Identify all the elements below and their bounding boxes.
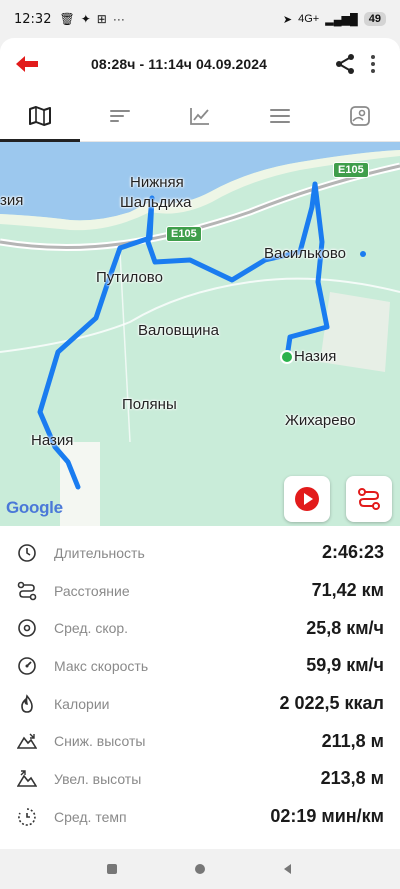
system-nav-bar	[0, 849, 400, 889]
stat-row-pace: Сред. темп 02:19 мин/км	[0, 798, 400, 836]
stat-label: Сред. темп	[54, 808, 127, 825]
battery-level: 49	[363, 12, 386, 26]
workout-time-range: 08:28ч - 11:14ч 04.09.2024	[90, 56, 268, 72]
stat-value: 2:46:23	[321, 542, 384, 563]
map-label-valovshchina: Валовщина	[138, 322, 219, 339]
road-shield-e105: E105	[166, 226, 202, 242]
share-button[interactable]	[330, 49, 360, 79]
tab-bar	[0, 90, 400, 142]
avg-speed-icon	[16, 617, 38, 639]
stat-value: 59,9 км/ч	[306, 655, 384, 676]
stat-row-calories: Калории 2 022,5 ккал	[0, 685, 400, 723]
route-map[interactable]: Нижняя Шальдиха зия Путилово Валовщина П…	[0, 142, 400, 526]
map-label-polyany: Поляны	[122, 396, 177, 413]
sparkle-icon: ✦	[80, 12, 91, 26]
map-icon	[29, 105, 51, 126]
more-notifications-icon: ···	[112, 12, 125, 26]
tab-map[interactable]	[0, 90, 80, 142]
list-icon	[270, 108, 290, 123]
top-bar: 08:28ч - 11:14ч 04.09.2024	[0, 38, 400, 90]
tab-laps[interactable]	[80, 90, 160, 141]
signal-icon: ▂▄▆█	[325, 13, 358, 26]
tab-list[interactable]	[240, 90, 320, 141]
stat-label: Увел. высоты	[54, 770, 142, 787]
map-label-putilovo: Путилово	[96, 269, 163, 286]
route-options-button[interactable]	[346, 476, 392, 522]
pace-icon	[16, 806, 38, 828]
google-logo-text: Google	[6, 498, 63, 517]
stat-value: 25,8 км/ч	[306, 617, 384, 638]
calories-icon	[16, 693, 38, 715]
stat-row-duration: Длительность 2:46:23	[0, 534, 400, 572]
stats-panel: Длительность 2:46:23 Расстояние 71,42 км…	[0, 526, 400, 836]
map-label-nizhnyaya: Нижняя	[130, 174, 184, 191]
map-label-nazia-right: Назия	[294, 348, 337, 365]
stat-row-distance: Расстояние 71,42 км	[0, 572, 400, 610]
map-label-nazia-left: Назия	[31, 432, 74, 449]
trash-icon: 🗑	[59, 12, 75, 26]
back-arrow-icon	[16, 56, 38, 72]
road-shield-e105-top: E105	[333, 162, 369, 178]
descent-icon	[16, 730, 38, 752]
map-label-shaldikha: Шальдиха	[120, 194, 192, 211]
nav-back-button[interactable]	[282, 863, 294, 875]
stat-label: Макс скорость	[54, 657, 149, 674]
route-icon	[358, 488, 380, 510]
google-attribution: Google	[6, 498, 63, 518]
home-button[interactable]	[194, 863, 206, 875]
stat-label: Сред. скор.	[54, 620, 129, 637]
play-route-button[interactable]	[284, 476, 330, 522]
stat-label: Калории	[54, 695, 110, 712]
stat-row-max-speed: Макс скорость 59,9 км/ч	[0, 647, 400, 685]
stat-label: Сниж. высоты	[54, 733, 146, 750]
stat-value: 71,42 км	[311, 580, 384, 601]
map-label-vasilkovo: Васильково	[264, 245, 347, 262]
status-bar: 12:32 🗑 ✦ ⊞ ··· ➤ 4G+ ▂▄▆█ 49	[0, 0, 400, 38]
stat-value: 02:19 мин/км	[270, 806, 384, 827]
laps-icon	[110, 109, 130, 122]
stat-row-avg-speed: Сред. скор. 25,8 км/ч	[0, 609, 400, 647]
network-label: 4G+	[298, 13, 320, 25]
location-icon: ➤	[282, 13, 293, 26]
stat-value: 2 022,5 ккал	[279, 693, 384, 714]
workout-detail-card: 08:28ч - 11:14ч 04.09.2024 Нижняя Шальди…	[0, 38, 400, 873]
poi-dot-vasilkovo	[360, 251, 366, 257]
ascent-icon	[16, 768, 38, 790]
stat-row-ascent: Увел. высоты 213,8 м	[0, 760, 400, 798]
grid-icon: ⊞	[96, 12, 107, 26]
more-options-button[interactable]	[360, 49, 386, 79]
stat-label: Расстояние	[54, 582, 130, 599]
max-speed-icon	[16, 655, 38, 677]
stat-value: 211,8 м	[321, 730, 384, 751]
status-time: 12:32	[14, 11, 52, 27]
map-label-zhikharevo: Жихарево	[285, 412, 356, 429]
more-vertical-icon	[371, 55, 375, 73]
stat-row-descent: Сниж. высоты 211,8 м	[0, 722, 400, 760]
notification-icons: 🗑 ✦ ⊞ ···	[59, 12, 124, 26]
status-right: ➤ 4G+ ▂▄▆█ 49	[283, 12, 386, 26]
share-icon	[336, 54, 354, 74]
photo-map-icon	[350, 105, 370, 126]
tab-chart[interactable]	[160, 90, 240, 141]
recent-apps-button[interactable]	[106, 863, 118, 875]
back-button[interactable]	[14, 49, 44, 79]
duration-icon	[16, 542, 38, 564]
chart-icon	[190, 107, 209, 125]
play-icon	[295, 487, 319, 511]
distance-icon	[16, 580, 38, 602]
tab-photo-map[interactable]	[320, 90, 400, 141]
start-marker	[280, 350, 294, 364]
stat-value: 213,8 м	[320, 768, 384, 789]
map-label-edge: зия	[0, 192, 24, 209]
stat-label: Длительность	[54, 544, 145, 561]
